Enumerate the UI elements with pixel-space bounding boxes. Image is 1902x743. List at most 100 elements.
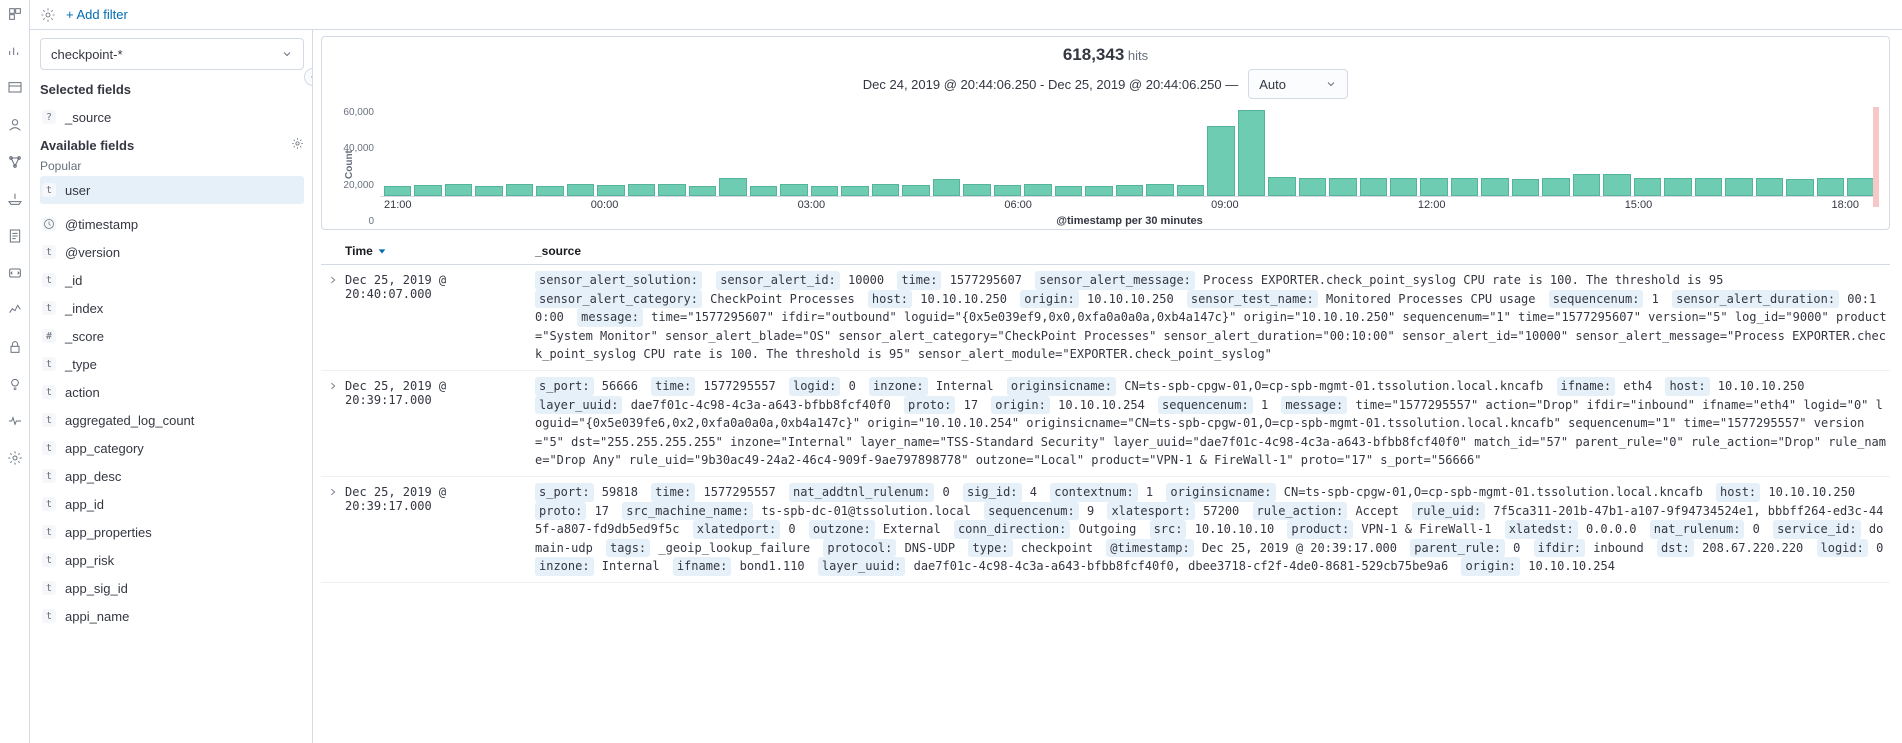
- histogram-bar[interactable]: [841, 186, 868, 196]
- index-pattern-select[interactable]: checkpoint-*: [40, 38, 304, 70]
- histogram-bar[interactable]: [1603, 174, 1630, 196]
- field-item[interactable]: tuser: [40, 176, 304, 204]
- histogram-bar[interactable]: [1268, 177, 1295, 196]
- lock-icon[interactable]: [7, 339, 23, 358]
- sidebar-collapse-button[interactable]: [304, 68, 313, 86]
- histogram-bar[interactable]: [1299, 178, 1326, 196]
- histogram-bar[interactable]: [811, 186, 838, 196]
- metrics-icon[interactable]: [7, 302, 23, 321]
- bulb-icon[interactable]: [7, 376, 23, 395]
- field-item[interactable]: tapp_sig_id: [40, 574, 304, 602]
- index-pattern-value: checkpoint-*: [51, 47, 123, 62]
- histogram-bar[interactable]: [1725, 178, 1752, 196]
- add-filter-button[interactable]: + Add filter: [66, 7, 128, 22]
- histogram-bar[interactable]: [1055, 186, 1082, 196]
- doc-icon[interactable]: [7, 228, 23, 247]
- histogram-bar[interactable]: [1207, 126, 1234, 196]
- histogram-bar[interactable]: [750, 186, 777, 196]
- histogram-bar[interactable]: [1847, 178, 1874, 196]
- y-axis: Count 60,000 40,000 20,000 0: [332, 107, 380, 227]
- histogram-bar[interactable]: [658, 184, 685, 195]
- expand-row-button[interactable]: [321, 377, 345, 470]
- field-item[interactable]: tapp_properties: [40, 518, 304, 546]
- histogram-bar[interactable]: [872, 184, 899, 195]
- histogram-bar[interactable]: [1146, 184, 1173, 195]
- histogram-bar[interactable]: [1329, 178, 1356, 196]
- histogram-bar[interactable]: [597, 185, 624, 196]
- field-key: outzone:: [809, 520, 875, 539]
- visualize-icon[interactable]: [7, 43, 23, 62]
- histogram-bar[interactable]: [902, 185, 929, 196]
- histogram-bar[interactable]: [628, 184, 655, 195]
- column-header-time[interactable]: Time: [345, 244, 535, 258]
- field-item[interactable]: t_id: [40, 266, 304, 294]
- histogram-bar[interactable]: [445, 184, 472, 195]
- histogram-bar[interactable]: [1024, 184, 1051, 196]
- histogram-bar[interactable]: [719, 178, 746, 196]
- histogram-bar[interactable]: [1481, 178, 1508, 196]
- histogram-bar[interactable]: [1116, 185, 1143, 196]
- field-item[interactable]: tapp_desc: [40, 462, 304, 490]
- table-row: Dec 25, 2019 @ 20:39:17.000s_port: 56666…: [321, 371, 1890, 477]
- histogram-bar[interactable]: [1664, 178, 1691, 196]
- histogram-bar[interactable]: [1573, 174, 1600, 196]
- field-item[interactable]: t@version: [40, 238, 304, 266]
- histogram-bar[interactable]: [1634, 178, 1661, 196]
- histogram-bar[interactable]: [384, 186, 411, 196]
- gear-icon[interactable]: [291, 137, 304, 153]
- histogram-bar[interactable]: [780, 184, 807, 195]
- histogram-bar[interactable]: [1451, 178, 1478, 196]
- histogram-bar[interactable]: [414, 185, 441, 196]
- field-item[interactable]: #_score: [40, 322, 304, 350]
- devtools-icon[interactable]: [7, 265, 23, 284]
- heartbeat-icon[interactable]: [7, 413, 23, 432]
- histogram-bars[interactable]: [380, 107, 1879, 197]
- filter-options-icon[interactable]: [40, 7, 56, 23]
- graph-icon[interactable]: [7, 154, 23, 173]
- field-item[interactable]: taggregated_log_count: [40, 406, 304, 434]
- histogram-bar[interactable]: [1360, 178, 1387, 196]
- field-item[interactable]: tapp_risk: [40, 546, 304, 574]
- histogram-bar[interactable]: [1420, 178, 1447, 196]
- field-item[interactable]: taction: [40, 378, 304, 406]
- histogram-bar[interactable]: [475, 186, 502, 196]
- histogram-bar[interactable]: [963, 184, 990, 195]
- histogram-bar[interactable]: [1512, 179, 1539, 196]
- field-item[interactable]: t_type: [40, 350, 304, 378]
- histogram-bar[interactable]: [1390, 178, 1417, 196]
- histogram-bar[interactable]: [933, 179, 960, 195]
- field-key: @timestamp:: [1106, 539, 1193, 558]
- field-value: 10.10.10.250: [913, 292, 1014, 306]
- histogram-bar[interactable]: [1695, 178, 1722, 196]
- field-key: sequencenum:: [984, 502, 1079, 521]
- histogram-bar[interactable]: [1177, 185, 1204, 196]
- histogram-bar[interactable]: [1542, 178, 1569, 196]
- interval-select[interactable]: Auto: [1248, 69, 1348, 99]
- histogram-bar[interactable]: [1817, 178, 1844, 196]
- dashboard-icon[interactable]: [7, 80, 23, 99]
- x-axis: 21:0000:0003:0006:0009:0012:0015:0018:00: [380, 199, 1879, 215]
- field-item[interactable]: ?_source: [40, 103, 304, 131]
- field-name: app_sig_id: [65, 581, 128, 596]
- field-item[interactable]: tapp_category: [40, 434, 304, 462]
- discover-icon[interactable]: [7, 6, 23, 25]
- expand-row-button[interactable]: [321, 271, 345, 364]
- settings-icon[interactable]: [7, 450, 23, 469]
- column-header-source[interactable]: _source: [535, 244, 1890, 258]
- histogram-bar[interactable]: [536, 186, 563, 196]
- field-item[interactable]: tappi_name: [40, 602, 304, 630]
- histogram-bar[interactable]: [994, 185, 1021, 196]
- field-item[interactable]: @timestamp: [40, 210, 304, 238]
- histogram-bar[interactable]: [506, 184, 533, 195]
- field-item[interactable]: t_index: [40, 294, 304, 322]
- histogram-bar[interactable]: [1085, 186, 1112, 196]
- ship-icon[interactable]: [7, 191, 23, 210]
- field-item[interactable]: tapp_id: [40, 490, 304, 518]
- histogram-bar[interactable]: [689, 186, 716, 196]
- users-icon[interactable]: [7, 117, 23, 136]
- histogram-bar[interactable]: [1756, 178, 1783, 196]
- histogram-bar[interactable]: [1786, 179, 1813, 196]
- histogram-bar[interactable]: [1238, 110, 1265, 196]
- expand-row-button[interactable]: [321, 483, 345, 576]
- histogram-bar[interactable]: [567, 184, 594, 195]
